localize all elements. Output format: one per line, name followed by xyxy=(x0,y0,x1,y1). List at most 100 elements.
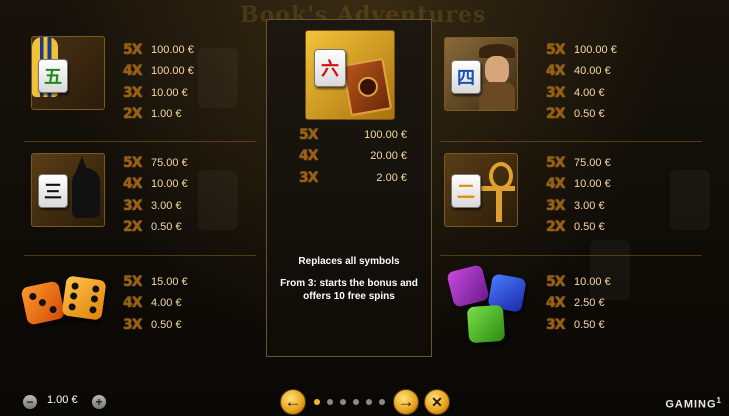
pay-value: 75.00 € xyxy=(151,156,188,169)
dice-icon xyxy=(61,275,107,321)
ankh-symbol: 二 xyxy=(444,153,518,227)
pay-value: 4.00 € xyxy=(151,297,182,310)
anubis-symbol: 三 xyxy=(31,153,105,227)
pay-value: 10.00 € xyxy=(151,178,188,191)
multiplier: 3X xyxy=(123,84,143,101)
ghost-card xyxy=(198,48,238,108)
pay-row: 5X 10.00 € xyxy=(546,271,611,293)
pay-value: 0.50 € xyxy=(151,221,182,234)
pay-row: 3X 2.00 € xyxy=(299,167,407,189)
arrow-left-icon: ← xyxy=(284,392,302,411)
pay-value: 10.00 € xyxy=(151,86,188,99)
book-icon xyxy=(341,57,393,117)
brand-logo: GAMING1 xyxy=(665,396,722,411)
multiplier: 4X xyxy=(123,63,143,80)
tile-glyph: 三 xyxy=(44,182,62,203)
wild-info-panel: 六 5X 100.00 € 4X 20.00 € 3X 2.00 € Replaces… xyxy=(266,19,432,357)
pay-row: 4X 4.00 € xyxy=(123,293,188,315)
multiplier: 5X xyxy=(299,126,319,143)
close-icon: ✕ xyxy=(431,393,443,410)
pay-row: 5X 15.00 € xyxy=(123,271,188,293)
pay-row: 5X 100.00 € xyxy=(299,124,407,146)
pay-value: 10.00 € xyxy=(574,178,611,191)
bet-decrease-button[interactable]: − xyxy=(23,395,37,409)
pay-row: 3X 3.00 € xyxy=(123,195,188,217)
close-button[interactable]: ✕ xyxy=(424,389,450,415)
pay-row: 4X 20.00 € xyxy=(299,146,407,168)
explorer-symbol: 四 xyxy=(444,37,518,111)
page-dot[interactable] xyxy=(379,399,385,405)
pay-value: 15.00 € xyxy=(151,275,188,288)
pay-value: 100.00 € xyxy=(364,128,407,141)
page-dot[interactable] xyxy=(314,399,320,405)
pay-row: 4X 10.00 € xyxy=(546,174,611,196)
pharaoh-symbol: 五 xyxy=(31,36,105,110)
bonus-description: From 3: starts the bonus and offers 10 f… xyxy=(280,278,418,302)
wild-description: Replaces all symbols xyxy=(298,256,400,267)
paytable-pharaoh: 5X 100.00 € 4X 100.00 € 3X 10.00 € 2X 1.00 € xyxy=(123,39,194,125)
previous-page-button[interactable]: ← xyxy=(280,389,306,415)
paytable-explorer: 5X 100.00 € 4X 40.00 € 3X 4.00 € 2X 0.50 € xyxy=(546,39,617,125)
pay-row: 4X 10.00 € xyxy=(123,174,188,196)
multiplier: 5X xyxy=(546,41,566,58)
divider xyxy=(24,141,256,142)
multiplier: 3X xyxy=(546,84,566,101)
explorer-face-icon xyxy=(485,56,509,84)
pay-value: 100.00 € xyxy=(574,43,617,56)
dice-icon xyxy=(20,280,66,326)
pay-row: 3X 3.00 € xyxy=(546,195,611,217)
multiplier: 3X xyxy=(546,316,566,333)
pay-value: 20.00 € xyxy=(370,150,407,163)
multiplier: 5X xyxy=(123,154,143,171)
ghost-card xyxy=(670,170,710,230)
next-page-button[interactable]: → xyxy=(393,389,419,415)
multiplier: 2X xyxy=(123,106,143,123)
page-dot[interactable] xyxy=(327,399,333,405)
pay-row: 5X 75.00 € xyxy=(546,152,611,174)
multiplier: 3X xyxy=(546,197,566,214)
book-wild-symbol: 六 xyxy=(305,30,395,120)
ghost-card xyxy=(198,170,238,230)
ankh-stem-icon xyxy=(496,186,502,222)
pay-value: 3.00 € xyxy=(151,199,182,212)
divider xyxy=(24,255,256,256)
multiplier: 4X xyxy=(123,176,143,193)
mahjong-tile-icon: 六 xyxy=(314,49,346,87)
pay-value: 0.50 € xyxy=(574,108,605,121)
multiplier: 5X xyxy=(546,154,566,171)
tile-glyph: 六 xyxy=(321,59,339,80)
pay-row: 3X 4.00 € xyxy=(546,82,617,104)
multiplier: 4X xyxy=(546,176,566,193)
multiplier: 2X xyxy=(123,219,143,236)
pay-row: 4X 40.00 € xyxy=(546,61,617,83)
pay-row: 3X 0.50 € xyxy=(123,314,188,336)
paytable-orange-dice: 5X 15.00 € 4X 4.00 € 3X 0.50 € xyxy=(123,271,188,336)
orange-dice-symbol xyxy=(20,272,112,332)
pay-row: 3X 10.00 € xyxy=(123,82,194,104)
page-dot[interactable] xyxy=(353,399,359,405)
page-dot[interactable] xyxy=(340,399,346,405)
tile-glyph: 四 xyxy=(457,68,475,89)
arrow-right-icon: → xyxy=(397,392,415,411)
multiplier: 3X xyxy=(123,316,143,333)
multiplier: 5X xyxy=(546,273,566,290)
paytable-ankh: 5X 75.00 € 4X 10.00 € 3X 3.00 € 2X 0.50 € xyxy=(546,152,611,238)
pay-row: 5X 100.00 € xyxy=(123,39,194,61)
multicolor-dice-symbol xyxy=(440,262,530,350)
pay-value: 10.00 € xyxy=(574,275,611,288)
pay-value: 2.50 € xyxy=(574,297,605,310)
anubis-ear-icon xyxy=(76,156,88,172)
multiplier: 4X xyxy=(299,148,319,165)
mahjong-tile-icon: 三 xyxy=(38,174,68,208)
bet-value: 1.00 € xyxy=(47,394,78,406)
pay-value: 1.00 € xyxy=(151,108,182,121)
brand-superscript: 1 xyxy=(716,396,722,405)
pay-row: 3X 0.50 € xyxy=(546,314,611,336)
pay-row: 5X 100.00 € xyxy=(546,39,617,61)
bet-increase-button[interactable]: + xyxy=(92,395,106,409)
multiplier: 5X xyxy=(123,273,143,290)
dice-icon xyxy=(446,264,490,308)
page-dot[interactable] xyxy=(366,399,372,405)
pay-value: 40.00 € xyxy=(574,65,611,78)
pay-value: 0.50 € xyxy=(574,221,605,234)
